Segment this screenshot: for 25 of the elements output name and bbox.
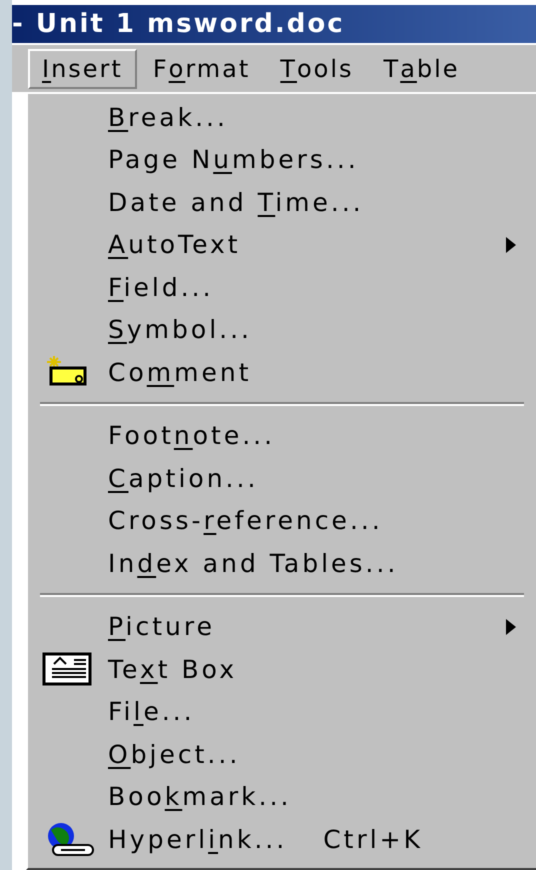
menu-item[interactable]: Symbol...: [108, 311, 252, 348]
menu-item[interactable]: Picture: [108, 608, 215, 646]
menu-item[interactable]: C aption...: [108, 460, 258, 497]
menu-item[interactable]: Co m ment: [108, 354, 252, 391]
menu-item[interactable]: Fi l e...: [108, 693, 195, 730]
menu-item[interactable]: Foot n ote...: [108, 417, 276, 454]
menu-bar-item[interactable]: I nsert: [28, 48, 137, 88]
menu-bar-item[interactable]: Ta ble: [370, 48, 474, 88]
menu-item[interactable]: Date and Time...: [108, 184, 364, 221]
menu-item[interactable]: Hyperl i nk...: [108, 820, 288, 858]
menu-bar-item[interactable]: Tools: [266, 48, 368, 88]
menu-item[interactable]: In d ex and Tables...: [108, 544, 398, 582]
window-title: - Unit 1 msword.doc: [12, 8, 345, 40]
menu-item[interactable]: B reak...: [108, 98, 228, 136]
menu-item[interactable]: Cross-reference...: [108, 502, 383, 540]
menu-item[interactable]: AutoText: [108, 226, 241, 264]
menu-item[interactable]: Boo k mark...: [108, 778, 292, 816]
menu-item[interactable]: Page N u mbers...: [108, 141, 359, 178]
menu-item[interactable]: Field...: [108, 268, 214, 306]
shortcut-label: Ctrl+K: [323, 824, 424, 856]
menu-item[interactable]: Text Box: [108, 650, 237, 688]
text-box-icon: [42, 652, 94, 686]
menu-item[interactable]: O bject...: [108, 736, 240, 773]
menu-bar-item[interactable]: Fo rmat: [138, 48, 264, 88]
comment-icon: [47, 356, 89, 388]
